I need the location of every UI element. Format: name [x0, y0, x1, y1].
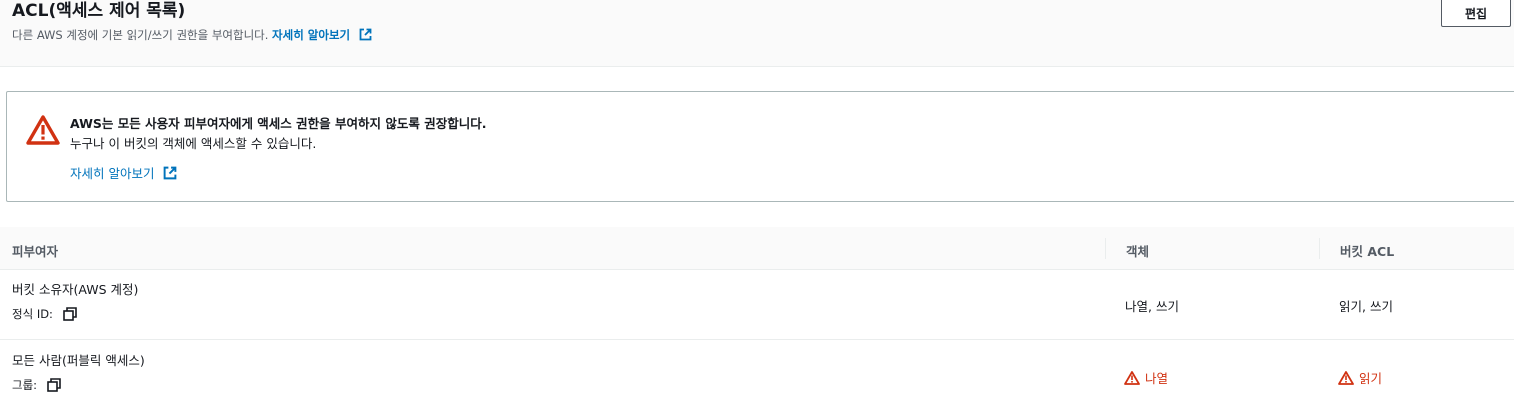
copy-icon[interactable]	[63, 307, 77, 321]
column-divider	[1319, 238, 1320, 259]
table-row: 모든 사람(퍼블릭 액세스) 그룹: 나열 읽기	[0, 341, 1514, 400]
grantee-detail: 그룹:	[12, 377, 61, 393]
external-link-icon	[164, 166, 177, 180]
alert-title: AWS는 모든 사용자 피부여자에게 액세스 권한을 부여하지 않도록 권장합니…	[70, 116, 487, 131]
bucket-acl-permission: 읽기	[1338, 368, 1382, 387]
bucket-acl-permission: 읽기, 쓰기	[1339, 299, 1393, 314]
objects-permission-text: 나열	[1145, 371, 1169, 386]
grantee-name: 모든 사람(퍼블릭 액세스)	[12, 353, 145, 368]
objects-permission: 나열	[1124, 368, 1168, 387]
grantee-detail: 정식 ID:	[12, 306, 77, 322]
alert-learn-more-link[interactable]: 자세히 알아보기	[70, 163, 177, 182]
public-access-alert: AWS는 모든 사용자 피부여자에게 액세스 권한을 부여하지 않도록 권장합니…	[6, 91, 1514, 202]
page-title: ACL(액세스 제어 목록)	[12, 1, 186, 21]
external-link-icon	[359, 28, 372, 41]
acl-table-header: 피부여자 객체 버킷 ACL	[0, 227, 1514, 270]
copy-icon[interactable]	[47, 378, 61, 392]
grantee-name: 버킷 소유자(AWS 계정)	[12, 282, 139, 297]
column-header-objects: 객체	[1126, 244, 1150, 259]
bucket-acl-permission-text: 읽기	[1359, 371, 1383, 386]
acl-page: ACL(액세스 제어 목록) 다른 AWS 계정에 기본 읽기/쓰기 권한을 부…	[0, 0, 1514, 400]
table-row: 버킷 소유자(AWS 계정) 정식 ID: 나열, 쓰기 읽기, 쓰기	[0, 270, 1514, 340]
page-subtitle: 다른 AWS 계정에 기본 읽기/쓰기 권한을 부여합니다. 자세히 알아보기	[12, 27, 372, 43]
alert-description: 누구나 이 버킷의 객체에 액세스할 수 있습니다.	[70, 136, 317, 151]
subtitle-text: 다른 AWS 계정에 기본 읽기/쓰기 권한을 부여합니다.	[12, 28, 269, 42]
column-divider	[1105, 238, 1106, 259]
warning-icon	[1124, 370, 1140, 385]
detail-label: 정식 ID:	[12, 307, 53, 321]
acl-header: ACL(액세스 제어 목록) 다른 AWS 계정에 기본 읽기/쓰기 권한을 부…	[0, 0, 1514, 67]
objects-permission: 나열, 쓰기	[1125, 299, 1179, 314]
column-header-grantee: 피부여자	[12, 244, 59, 259]
learn-more-label: 자세히 알아보기	[272, 28, 351, 42]
edit-button[interactable]: 편집	[1441, 0, 1511, 27]
detail-label: 그룹:	[12, 378, 38, 392]
learn-more-link[interactable]: 자세히 알아보기	[272, 28, 372, 42]
warning-icon	[1338, 370, 1354, 385]
column-header-bucket-acl: 버킷 ACL	[1340, 244, 1395, 259]
alert-learn-more-label: 자세히 알아보기	[70, 166, 155, 181]
warning-icon	[26, 115, 60, 145]
